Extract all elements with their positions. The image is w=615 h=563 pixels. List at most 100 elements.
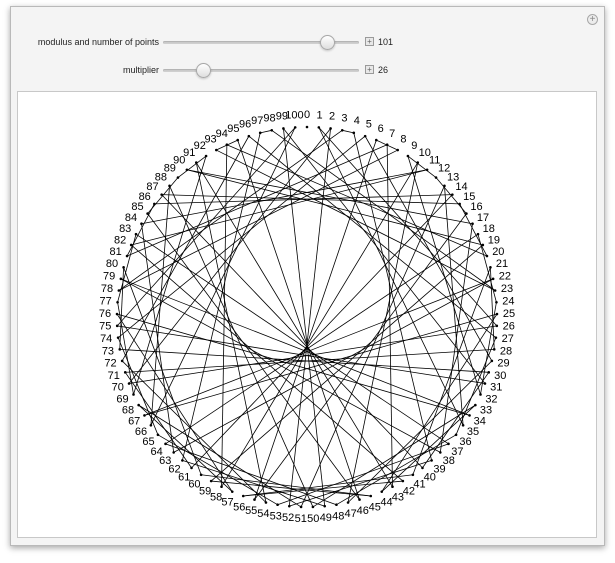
point-label: 44 (380, 497, 392, 509)
circle-point (305, 125, 309, 129)
point-label: 54 (257, 508, 269, 520)
point-label: 72 (104, 358, 116, 370)
circle-point (120, 359, 124, 363)
circle-point (487, 371, 491, 374)
point-label: 1 (316, 109, 322, 121)
circle-point (329, 127, 332, 130)
point-label: 73 (102, 345, 114, 357)
circle-point (176, 176, 180, 179)
circle-point (346, 501, 350, 504)
circle-point (458, 202, 461, 206)
point-label: 21 (496, 258, 508, 270)
circle-point (270, 129, 274, 132)
chord-line (144, 278, 494, 416)
circle-point (185, 168, 189, 172)
circle-point (119, 277, 123, 281)
circle-point (132, 393, 135, 396)
chord-line (300, 185, 445, 508)
chord-line (135, 233, 449, 445)
modulus-label: modulus and number of points (37, 37, 159, 47)
circle-point (149, 424, 153, 427)
modulus-slider[interactable] (163, 35, 359, 50)
point-label: 9 (411, 140, 417, 152)
chord-line (248, 135, 497, 338)
point-label: 0 (304, 109, 310, 121)
chord-line (128, 128, 331, 384)
modulus-expand-icon[interactable]: + (365, 37, 374, 46)
multiplier-slider-thumb[interactable] (195, 63, 211, 78)
circle-point (335, 503, 338, 507)
point-label: 59 (199, 485, 211, 497)
circle-point (476, 232, 480, 236)
point-label: 22 (499, 270, 511, 282)
point-label: 98 (263, 113, 275, 125)
circle-point (447, 442, 450, 446)
circle-point (483, 382, 487, 385)
circle-point (264, 501, 268, 504)
point-label: 83 (119, 223, 131, 235)
point-label: 24 (502, 295, 514, 307)
chord-line (130, 244, 404, 482)
circle-point (116, 300, 119, 304)
circle-point (236, 138, 240, 142)
circle-point (317, 126, 321, 129)
multiplier-control-row: multiplier + 26 (11, 62, 604, 78)
circle-point (493, 289, 497, 292)
circle-point (225, 143, 229, 147)
point-label: 3 (341, 113, 347, 125)
point-label: 42 (403, 485, 415, 497)
circle-point (311, 505, 315, 509)
point-label: 5 (366, 119, 372, 131)
point-label: 78 (101, 283, 113, 295)
multiplier-slider[interactable] (163, 63, 359, 78)
times-table-circle-plot: 0 1 2 3 4 5 6 7 89101112131415161718192021222324… (99, 109, 515, 525)
demonstration-panel: + modulus and number of points + 101 mul… (10, 6, 605, 546)
point-label: 75 (99, 320, 111, 332)
circle-point (258, 131, 262, 135)
point-label: 94 (216, 128, 228, 140)
circle-point (454, 433, 458, 437)
circle-point (443, 184, 446, 188)
circle-point (241, 494, 245, 498)
circle-point (358, 498, 361, 501)
circle-point (495, 324, 499, 328)
circle-point (122, 266, 125, 269)
chord-line (165, 233, 479, 445)
point-label: 29 (497, 358, 509, 370)
circle-point (492, 348, 496, 351)
circle-point (485, 254, 489, 258)
chord-line (221, 144, 228, 487)
options-plus-icon[interactable]: + (587, 14, 598, 25)
point-label: 74 (100, 333, 112, 345)
circle-point (230, 490, 234, 493)
circle-point (380, 490, 384, 493)
point-label: 27 (502, 333, 514, 345)
circle-point (495, 300, 498, 304)
circle-point (495, 312, 499, 316)
point-label: 18 (483, 223, 495, 235)
circle-point (156, 433, 160, 437)
circle-point (369, 494, 373, 498)
point-label: 23 (501, 283, 513, 295)
point-label: 57 (221, 497, 233, 509)
circle-point (117, 289, 121, 292)
circle-point (421, 466, 424, 470)
point-label: 28 (500, 345, 512, 357)
multiplier-expand-icon[interactable]: + (365, 65, 374, 74)
modulus-slider-thumb[interactable] (320, 35, 336, 50)
circle-point (276, 503, 279, 507)
chord-lines (116, 127, 498, 508)
point-label: 49 (320, 512, 332, 524)
circle-point (168, 184, 171, 188)
point-label: 8 (400, 134, 406, 146)
circle-point (190, 466, 193, 470)
circle-point (363, 134, 367, 138)
point-label: 56 (233, 501, 245, 513)
circle-point (299, 505, 303, 509)
point-label: 41 (413, 479, 425, 491)
circle-point (118, 348, 122, 351)
point-label: 97 (251, 115, 263, 127)
circle-point (479, 393, 482, 396)
circle-point (143, 414, 146, 417)
chord-line (201, 474, 371, 497)
